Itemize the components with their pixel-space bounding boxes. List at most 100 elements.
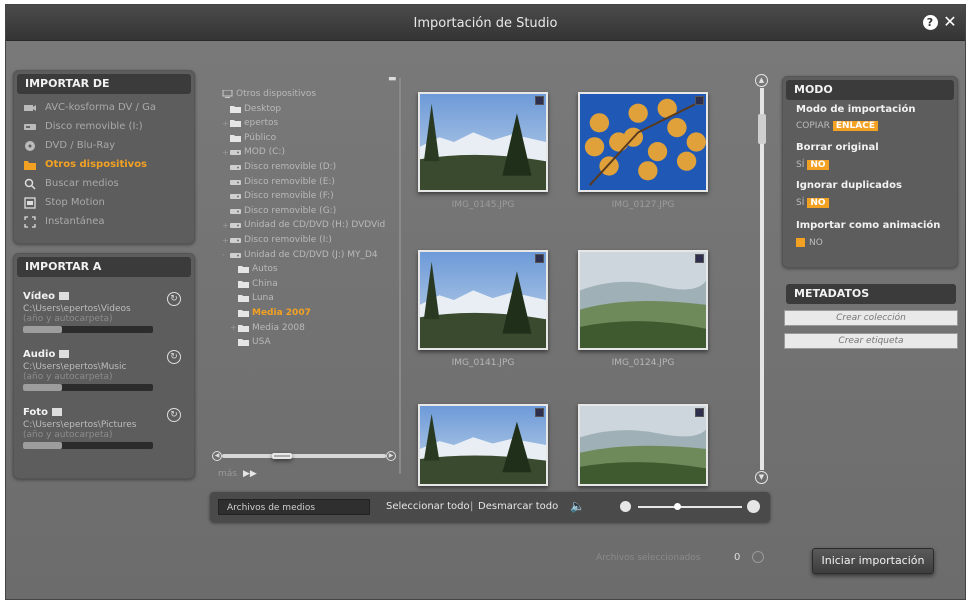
scroll-up-icon[interactable]: ▲ [755, 74, 768, 87]
expand-toggle-icon[interactable]: + [222, 147, 230, 159]
tree-divider[interactable] [399, 78, 401, 474]
destination-usage-fill [23, 442, 62, 449]
expand-toggle-icon[interactable]: - [222, 249, 230, 261]
thumbnail-checkbox[interactable] [695, 408, 704, 417]
tree-node[interactable]: Luna [230, 292, 274, 305]
speaker-icon[interactable]: 🔈 [570, 499, 585, 513]
ignore-duplicates-no[interactable]: NO [807, 198, 829, 208]
thumbnails-vertical-scrollbar[interactable]: ▲ ▼ [755, 74, 769, 484]
source-item[interactable]: Disco removible (I:) [23, 119, 191, 135]
tree-node[interactable]: + Media 2008 [230, 322, 305, 335]
destination-path[interactable]: C:\Users\epertos\Music [23, 362, 185, 372]
tree-node-label: China [252, 278, 278, 289]
source-item[interactable]: DVD / Blu-Ray [23, 138, 191, 154]
media-thumbnail[interactable] [578, 250, 708, 350]
source-item-label: Disco removible (I:) [45, 121, 143, 132]
import-as-animation-label: Importar como animación [796, 220, 941, 231]
tree-node[interactable]: + epertos [222, 117, 278, 130]
tree-node[interactable]: China [230, 278, 278, 291]
tree-node[interactable]: Otros dispositivos [214, 88, 316, 101]
create-collection-button[interactable]: Crear colección [784, 310, 958, 326]
destination-settings-icon[interactable]: ↻ [167, 292, 181, 306]
start-import-button[interactable]: Iniciar importación [812, 548, 934, 574]
destination-subfolder: (año y autocarpeta) [23, 430, 113, 440]
copy-option[interactable]: COPIAR [796, 121, 830, 131]
zoom-slider-handle[interactable] [674, 503, 681, 510]
search-icon [23, 178, 37, 190]
thumbnail-checkbox[interactable] [535, 254, 544, 263]
destination-subfolder: (año y autocarpeta) [23, 372, 113, 382]
media-thumbnail[interactable] [578, 92, 708, 192]
scroll-track[interactable] [222, 454, 386, 458]
vertical-scroll-thumb[interactable] [758, 114, 766, 144]
mode-title: MODO [786, 80, 954, 100]
expand-toggle-icon[interactable]: + [222, 118, 230, 130]
destination-settings-icon[interactable]: ↻ [167, 408, 181, 422]
tree-node[interactable]: Disco removible (F:) [222, 190, 334, 203]
tree-node[interactable]: USA [230, 336, 271, 349]
create-tag-button[interactable]: Crear etiqueta [784, 333, 958, 349]
source-item[interactable]: Stop Motion [23, 195, 191, 211]
thumbnail-checkbox[interactable] [695, 254, 704, 263]
tree-more-link[interactable]: más ▶▶ [218, 469, 257, 479]
delete-original-no[interactable]: NO [807, 160, 829, 170]
deselect-all-link[interactable]: Desmarcar todo [478, 501, 558, 512]
source-item[interactable]: Instantánea [23, 214, 191, 230]
zoom-in-icon[interactable] [747, 500, 760, 513]
tree-node[interactable]: Autos [230, 263, 278, 276]
destination-path[interactable]: C:\Users\epertos\Pictures [23, 420, 185, 430]
media-thumbnail[interactable] [418, 404, 548, 486]
tree-node[interactable]: Desktop [222, 103, 281, 116]
tree-node[interactable]: Disco removible (D:) [222, 161, 336, 174]
expand-toggle-icon[interactable]: + [230, 322, 238, 334]
source-item[interactable]: Buscar medios [23, 176, 191, 192]
tree-node[interactable]: Disco removible (G:) [222, 205, 336, 218]
media-thumbnail[interactable] [418, 92, 548, 192]
tree-node[interactable]: + MOD (C:) [222, 146, 285, 159]
import-as-animation-checkbox[interactable] [796, 238, 805, 247]
tree-node[interactable]: - Unidad de CD/DVD (J:) MY_D4 [222, 249, 378, 262]
link-option[interactable]: ENLACE [832, 121, 879, 131]
close-button[interactable]: ✕ [941, 13, 959, 31]
destination-settings-icon[interactable]: ↻ [167, 350, 181, 364]
destination-path[interactable]: C:\Users\epertos\Videos [23, 304, 185, 314]
zoom-out-icon[interactable] [620, 501, 631, 512]
media-thumbnail[interactable] [578, 404, 708, 486]
collapse-tree-icon[interactable]: ▬ [388, 74, 397, 84]
tree-horizontal-scrollbar[interactable]: ◀ ▶ [212, 451, 396, 461]
destination-name: Audio [23, 349, 185, 360]
scroll-thumb[interactable] [272, 453, 292, 459]
scroll-right-icon[interactable]: ▶ [386, 451, 396, 461]
folder-tree[interactable]: Otros dispositivos Desktop + epertos Público… [206, 74, 402, 478]
zoom-slider[interactable] [638, 506, 742, 508]
disc-icon [23, 140, 37, 152]
media-filter-dropdown[interactable]: Archivos de medios [218, 499, 370, 515]
delete-original-yes[interactable]: SÍ [796, 160, 804, 170]
tree-node[interactable]: Público [222, 132, 276, 145]
folder-icon [230, 105, 241, 113]
source-item[interactable]: Otros dispositivos [23, 157, 191, 173]
metadata-title: METADATOS [786, 284, 956, 304]
scroll-left-icon[interactable]: ◀ [212, 451, 222, 461]
select-all-link[interactable]: Seleccionar todo [386, 501, 470, 512]
thumbnail-checkbox[interactable] [695, 96, 704, 105]
tree-node[interactable]: Disco removible (E:) [222, 176, 335, 189]
folder-icon [58, 292, 69, 300]
media-thumbnail[interactable] [418, 250, 548, 350]
expand-toggle-icon[interactable]: + [222, 220, 230, 232]
tree-node[interactable]: Media 2007 [230, 307, 311, 320]
expand-toggle-icon[interactable]: + [222, 235, 230, 247]
thumbnail-checkbox[interactable] [535, 96, 544, 105]
scroll-down-icon[interactable]: ▼ [755, 471, 768, 484]
tree-node[interactable]: + Disco removible (I:) [222, 234, 332, 247]
ignore-duplicates-yes[interactable]: SÍ [796, 198, 804, 208]
source-item[interactable]: AVC-kosforma DV / Ga [23, 100, 191, 116]
help-icon: ? [922, 15, 938, 30]
folder-icon [51, 408, 62, 416]
tree-node[interactable]: + Unidad de CD/DVD (H:) DVDVid [222, 219, 385, 232]
vertical-scroll-track[interactable] [760, 88, 764, 470]
help-button[interactable]: ? [921, 13, 939, 31]
snapshot-icon [23, 216, 37, 228]
thumbnail-checkbox[interactable] [535, 408, 544, 417]
selected-files-info-icon[interactable] [752, 551, 764, 563]
